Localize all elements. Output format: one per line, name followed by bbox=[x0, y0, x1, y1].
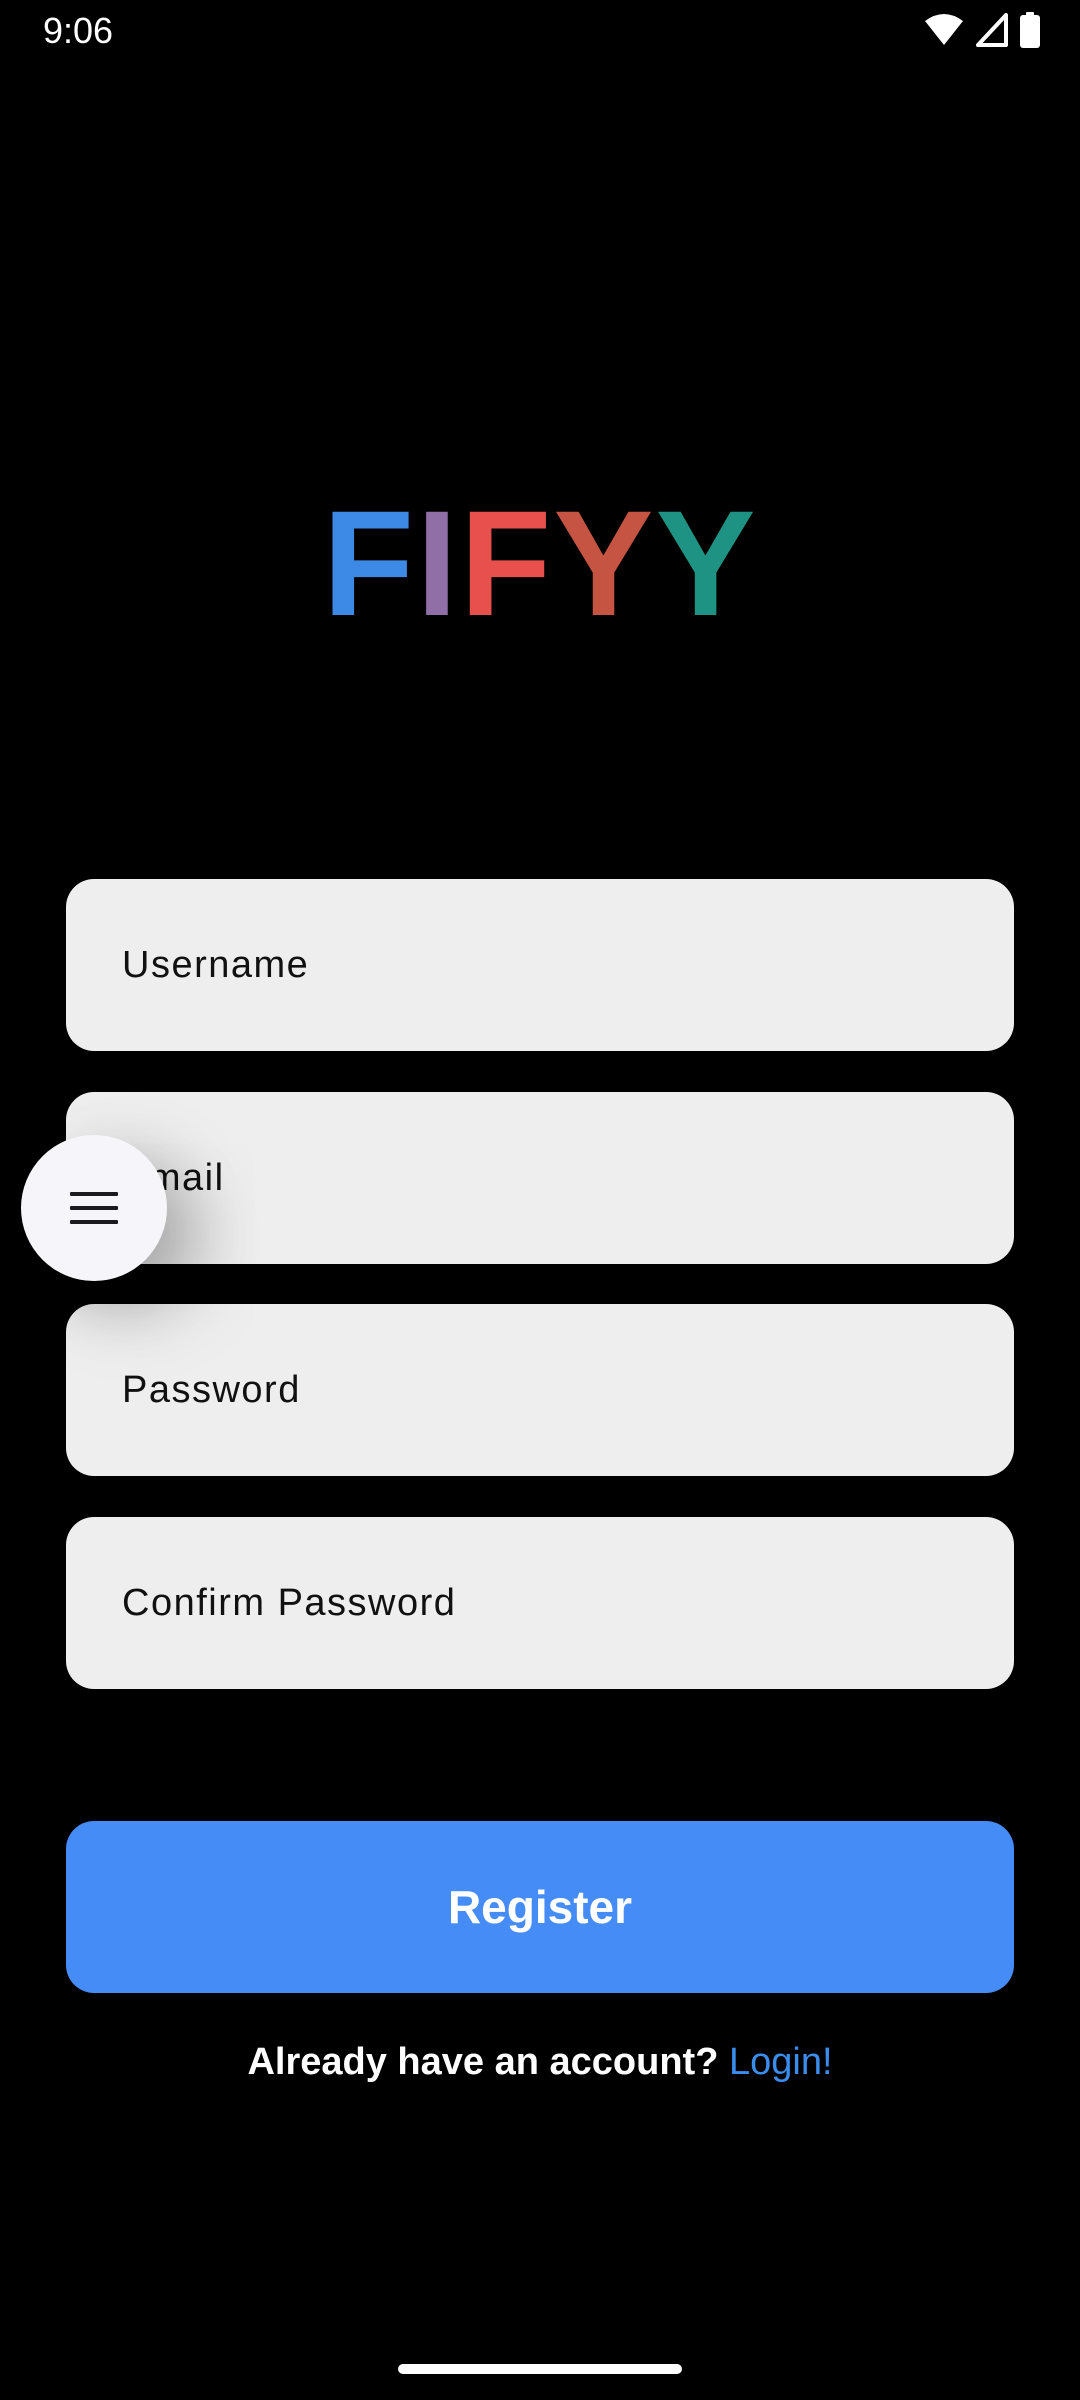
logo-letter: F bbox=[459, 479, 554, 647]
gesture-bar[interactable] bbox=[398, 2364, 682, 2374]
logo-letter: I bbox=[416, 479, 460, 647]
login-link[interactable]: Login! bbox=[729, 2041, 833, 2083]
status-time: 9:06 bbox=[43, 10, 114, 51]
logo-letter: F bbox=[322, 479, 417, 647]
login-row: Already have an account? Login! bbox=[0, 2036, 1080, 2088]
signal-icon bbox=[976, 13, 1008, 47]
menu-button[interactable] bbox=[21, 1135, 167, 1281]
logo-letter: Y bbox=[655, 479, 758, 647]
register-button[interactable]: Register bbox=[66, 1821, 1014, 1993]
username-field[interactable] bbox=[66, 879, 1014, 1051]
battery-icon bbox=[1020, 12, 1040, 48]
hamburger-menu-icon bbox=[70, 1192, 118, 1224]
login-prompt: Already have an account? bbox=[247, 2041, 719, 2083]
status-icons bbox=[924, 12, 1040, 48]
password-field[interactable] bbox=[66, 1304, 1014, 1476]
status-bar: 9:06 bbox=[0, 0, 1080, 62]
email-field[interactable] bbox=[66, 1092, 1014, 1264]
confirm-password-field[interactable] bbox=[66, 1517, 1014, 1689]
wifi-icon bbox=[925, 14, 963, 45]
app-logo: FIFYY bbox=[0, 488, 1080, 638]
logo-letter: Y bbox=[553, 479, 656, 647]
